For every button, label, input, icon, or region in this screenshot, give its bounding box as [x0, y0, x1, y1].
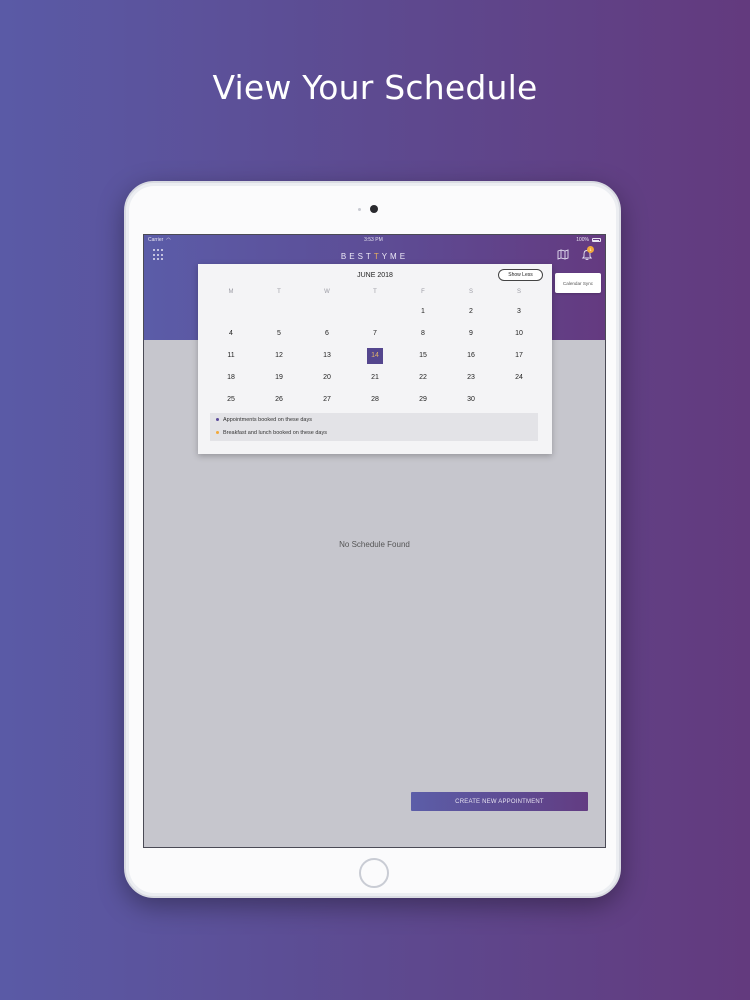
screen: Carrier ◠ 3:53 PM 100% BESTTYME 1 Calend… [143, 234, 606, 848]
calendar-day[interactable]: 9 [447, 326, 495, 342]
calendar-day[interactable]: 7 [351, 326, 399, 342]
calendar-week: 4 5 6 7 8 9 10 [207, 326, 543, 342]
weekday-label: S [516, 289, 521, 295]
battery-percent: 100% [576, 237, 589, 243]
show-less-button[interactable]: Show Less [498, 269, 543, 281]
calendar-popup: JUNE 2018 Show Less M T W T F S S 1 2 3 [198, 264, 552, 454]
wifi-icon: ◠ [166, 237, 171, 243]
status-bar: Carrier ◠ 3:53 PM 100% [144, 235, 605, 245]
notification-badge: 1 [587, 246, 594, 253]
legend-label: Breakfast and lunch booked on these days [223, 429, 327, 436]
legend-dot-icon [216, 431, 219, 434]
weekday-label: M [228, 289, 234, 295]
weekday-label: S [468, 289, 473, 295]
calendar-day[interactable]: 25 [207, 392, 255, 408]
calendar-day[interactable]: 3 [495, 304, 543, 320]
empty-schedule-message: No Schedule Found [339, 540, 410, 549]
calendar-day[interactable]: 4 [207, 326, 255, 342]
calendar-day [495, 392, 543, 408]
calendar-day-selected[interactable]: 14 [351, 348, 399, 364]
headline: View Your Schedule [212, 68, 538, 107]
calendar-day[interactable]: 16 [447, 348, 495, 364]
legend-label: Appointments booked on these days [223, 416, 312, 423]
carrier-label: Carrier [148, 237, 164, 243]
map-icon[interactable] [557, 249, 569, 260]
calendar-day[interactable]: 6 [303, 326, 351, 342]
calendar-day[interactable]: 26 [255, 392, 303, 408]
battery-icon [591, 238, 601, 242]
calendar-day[interactable]: 1 [399, 304, 447, 320]
weekday-label: F [421, 289, 425, 295]
calendar-day [255, 304, 303, 320]
weekday-header: M T W T F S S [207, 289, 543, 295]
calendar-day[interactable]: 29 [399, 392, 447, 408]
calendar-day[interactable]: 13 [303, 348, 351, 364]
calendar-day[interactable]: 27 [303, 392, 351, 408]
calendar-day[interactable]: 21 [351, 370, 399, 386]
calendar-day[interactable]: 2 [447, 304, 495, 320]
calendar-day[interactable]: 24 [495, 370, 543, 386]
calendar-week: 25 26 27 28 29 30 [207, 392, 543, 408]
calendar-day[interactable]: 8 [399, 326, 447, 342]
legend-dot-icon [216, 418, 219, 421]
calendar-week: 11 12 13 14 15 16 17 [207, 348, 543, 364]
calendar-week: 18 19 20 21 22 23 24 [207, 370, 543, 386]
calendar-day[interactable]: 15 [399, 348, 447, 364]
sensor-dot [358, 208, 361, 211]
calendar-day[interactable]: 23 [447, 370, 495, 386]
status-time: 3:53 PM [364, 237, 383, 243]
calendar-day[interactable]: 11 [207, 348, 255, 364]
calendar-day[interactable]: 5 [255, 326, 303, 342]
calendar-day[interactable]: 28 [351, 392, 399, 408]
calendar-day[interactable]: 18 [207, 370, 255, 386]
weekday-label: T [277, 289, 281, 295]
create-appointment-button[interactable]: CREATE NEW APPOINTMENT [411, 792, 588, 811]
selected-day-label: 14 [367, 348, 383, 364]
camera-icon [370, 205, 378, 213]
calendar-day [303, 304, 351, 320]
calendar-day [207, 304, 255, 320]
calendar-day [351, 304, 399, 320]
calendar-week: 1 2 3 [207, 304, 543, 320]
home-button[interactable] [359, 858, 389, 888]
calendar-day[interactable]: 17 [495, 348, 543, 364]
grid-menu-icon[interactable] [153, 249, 165, 261]
app-logo: BESTTYME [340, 251, 409, 261]
calendar-day[interactable]: 20 [303, 370, 351, 386]
calendar-day[interactable]: 19 [255, 370, 303, 386]
calendar-sync-button[interactable]: Calendar Sync [555, 273, 601, 293]
weekday-label: W [324, 289, 330, 295]
calendar-day[interactable]: 30 [447, 392, 495, 408]
legend-item: Breakfast and lunch booked on these days [210, 426, 538, 439]
calendar-legend: Appointments booked on these days Breakf… [210, 413, 538, 441]
calendar-day[interactable]: 12 [255, 348, 303, 364]
weekday-label: T [373, 289, 377, 295]
legend-item: Appointments booked on these days [210, 413, 538, 426]
calendar-day[interactable]: 10 [495, 326, 543, 342]
ipad-frame: Carrier ◠ 3:53 PM 100% BESTTYME 1 Calend… [124, 181, 621, 898]
calendar-day[interactable]: 22 [399, 370, 447, 386]
